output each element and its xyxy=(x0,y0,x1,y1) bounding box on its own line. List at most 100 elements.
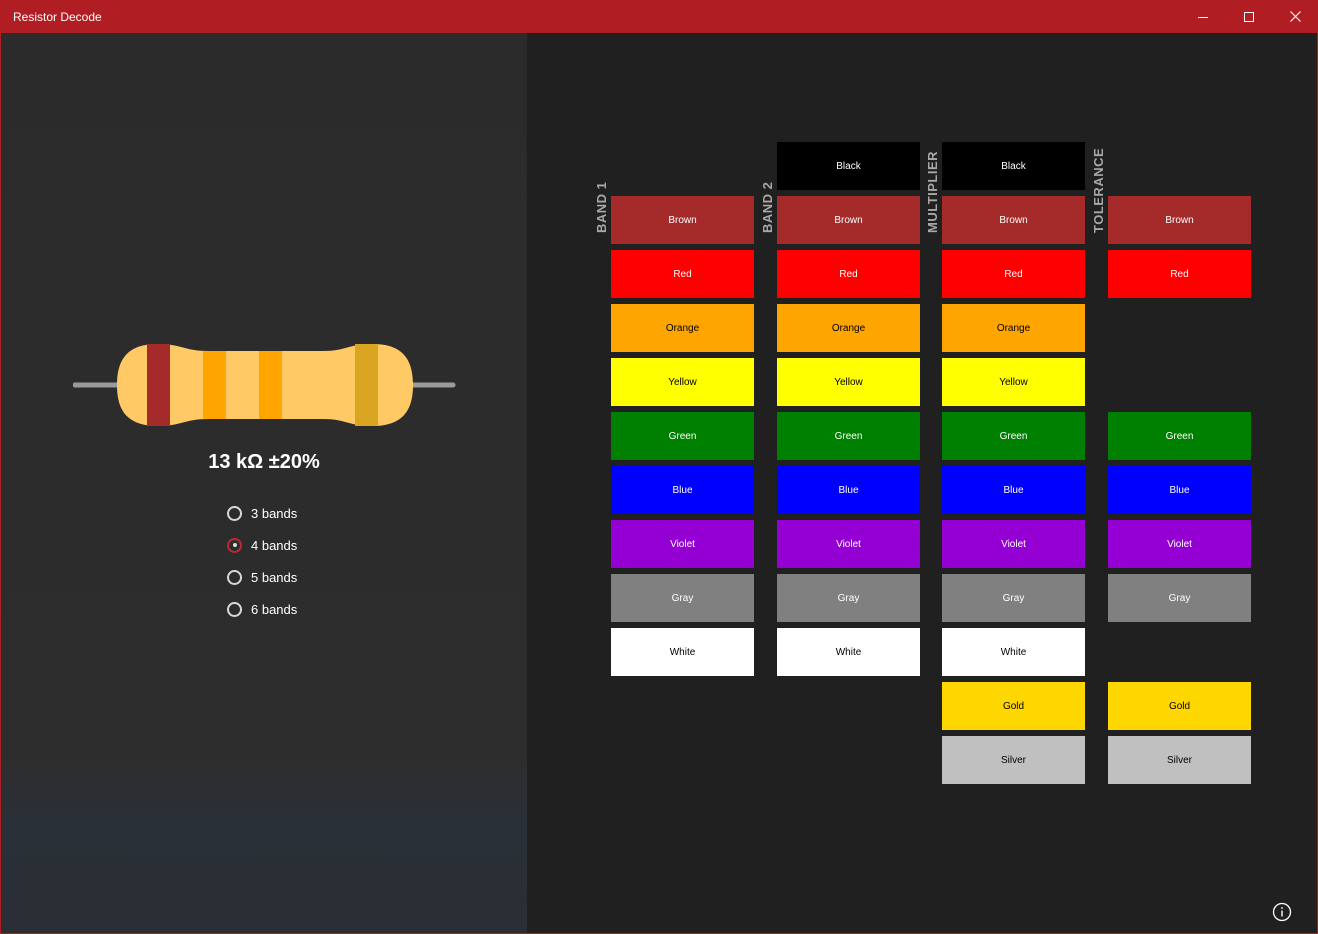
radio-6-bands[interactable]: 6 bands xyxy=(227,599,297,619)
swatch-label: Red xyxy=(673,268,692,280)
swatch-label: Violet xyxy=(1167,538,1192,550)
radio-5-bands[interactable]: 5 bands xyxy=(227,567,297,587)
band-1-blue-button[interactable]: Blue xyxy=(611,466,754,514)
band-1-brown-button[interactable]: Brown xyxy=(611,196,754,244)
swatch-label: Red xyxy=(1170,268,1189,280)
tolerance-silver-button[interactable]: Silver xyxy=(1108,736,1251,784)
band-2-white-button[interactable]: White xyxy=(777,628,920,676)
resistor-preview-pane: 13 kΩ ±20% 3 bands 4 bands 5 bands 6 bands xyxy=(1,33,527,933)
swatch-label: Brown xyxy=(1165,214,1194,226)
resistor-band-1 xyxy=(147,344,170,426)
swatch-label: Silver xyxy=(1166,754,1192,766)
resistor-illustration xyxy=(73,344,456,426)
multiplier-white-button[interactable]: White xyxy=(942,628,1085,676)
multiplier-black-button[interactable]: Black xyxy=(942,142,1085,190)
band-2-black-button[interactable]: Black xyxy=(777,142,920,190)
radio-label: 5 bands xyxy=(251,569,298,585)
resistor-band-2 xyxy=(203,351,226,419)
minimize-button[interactable] xyxy=(1180,0,1226,33)
maximize-icon xyxy=(1244,11,1254,22)
swatch-label: Brown xyxy=(834,214,863,226)
info-icon[interactable] xyxy=(1272,902,1292,922)
tolerance-blue-button[interactable]: Blue xyxy=(1108,466,1251,514)
title-bar: Resistor Decode xyxy=(0,0,1318,33)
swatch-label: Gray xyxy=(1002,592,1025,604)
radio-circle-icon xyxy=(227,569,242,585)
swatch-label: Blue xyxy=(1003,484,1024,496)
multiplier-gray-button[interactable]: Gray xyxy=(942,574,1085,622)
band-2-orange-button[interactable]: Orange xyxy=(777,304,920,352)
tolerance-green-button[interactable]: Green xyxy=(1108,412,1251,460)
tolerance-violet-button[interactable]: Violet xyxy=(1108,520,1251,568)
swatch-label: Yellow xyxy=(668,376,697,388)
swatch-label: Violet xyxy=(836,538,861,550)
multiplier-yellow-button[interactable]: Yellow xyxy=(942,358,1085,406)
swatch-label: Red xyxy=(1004,268,1023,280)
swatch-label: Yellow xyxy=(834,376,863,388)
swatch-label: Blue xyxy=(838,484,859,496)
multiplier-violet-button[interactable]: Violet xyxy=(942,520,1085,568)
band-2-blue-button[interactable]: Blue xyxy=(777,466,920,514)
close-icon xyxy=(1289,11,1301,22)
band-2-yellow-button[interactable]: Yellow xyxy=(777,358,920,406)
band-1-violet-button[interactable]: Violet xyxy=(611,520,754,568)
swatch-label: Brown xyxy=(999,214,1028,226)
swatch-label: Brown xyxy=(668,214,697,226)
window-title: Resistor Decode xyxy=(13,10,102,24)
band-2-gray-button[interactable]: Gray xyxy=(777,574,920,622)
resistance-value: 13 kΩ ±20% xyxy=(208,451,320,473)
close-button[interactable] xyxy=(1272,0,1318,33)
column-label-tolerance: TOLERANCE xyxy=(1091,147,1106,233)
radio-4-bands[interactable]: 4 bands xyxy=(227,535,297,555)
radio-3-bands[interactable]: 3 bands xyxy=(227,503,297,523)
multiplier-brown-button[interactable]: Brown xyxy=(942,196,1085,244)
swatch-label: Yellow xyxy=(999,376,1028,388)
radio-label: 4 bands xyxy=(251,537,298,553)
resistor-band-3 xyxy=(259,351,282,419)
radio-label: 3 bands xyxy=(251,505,298,521)
band-2-violet-button[interactable]: Violet xyxy=(777,520,920,568)
column-label-band-2: BAND 2 xyxy=(760,181,775,233)
band-2-red-button[interactable]: Red xyxy=(777,250,920,298)
tolerance-brown-button[interactable]: Brown xyxy=(1108,196,1251,244)
swatch-label: Blue xyxy=(1169,484,1190,496)
radio-circle-icon xyxy=(227,537,242,553)
band-1-white-button[interactable]: White xyxy=(611,628,754,676)
radio-circle-icon xyxy=(227,505,242,521)
tolerance-gray-button[interactable]: Gray xyxy=(1108,574,1251,622)
swatch-label: Black xyxy=(1001,160,1026,172)
multiplier-green-button[interactable]: Green xyxy=(942,412,1085,460)
swatch-label: Green xyxy=(999,430,1028,442)
swatch-label: Green xyxy=(1165,430,1194,442)
maximize-button[interactable] xyxy=(1226,0,1272,33)
multiplier-gold-button[interactable]: Gold xyxy=(942,682,1085,730)
tolerance-gold-button[interactable]: Gold xyxy=(1108,682,1251,730)
multiplier-silver-button[interactable]: Silver xyxy=(942,736,1085,784)
swatch-label: Silver xyxy=(1000,754,1026,766)
band-2-brown-button[interactable]: Brown xyxy=(777,196,920,244)
resistor-band-4 xyxy=(355,344,378,426)
multiplier-blue-button[interactable]: Blue xyxy=(942,466,1085,514)
multiplier-orange-button[interactable]: Orange xyxy=(942,304,1085,352)
band-1-yellow-button[interactable]: Yellow xyxy=(611,358,754,406)
swatch-label: Gold xyxy=(1168,700,1191,712)
swatch-label: White xyxy=(669,646,696,658)
swatch-label: Gray xyxy=(671,592,694,604)
swatch-label: Gray xyxy=(837,592,860,604)
band-1-red-button[interactable]: Red xyxy=(611,250,754,298)
band-1-green-button[interactable]: Green xyxy=(611,412,754,460)
tolerance-red-button[interactable]: Red xyxy=(1108,250,1251,298)
swatch-label: Violet xyxy=(1001,538,1026,550)
multiplier-red-button[interactable]: Red xyxy=(942,250,1085,298)
radio-circle-icon xyxy=(227,601,242,617)
band-1-orange-button[interactable]: Orange xyxy=(611,304,754,352)
column-label-band-1: BAND 1 xyxy=(594,181,609,233)
swatch-label: White xyxy=(835,646,862,658)
band-1-gray-button[interactable]: Gray xyxy=(611,574,754,622)
swatch-label: Gray xyxy=(1168,592,1191,604)
color-picker-pane: BAND 1 Brown Red Orange Yellow Green Blue Viole… xyxy=(527,33,1317,933)
swatch-label: White xyxy=(1000,646,1027,658)
swatch-label: Black xyxy=(836,160,861,172)
swatch-label: Violet xyxy=(670,538,695,550)
band-2-green-button[interactable]: Green xyxy=(777,412,920,460)
